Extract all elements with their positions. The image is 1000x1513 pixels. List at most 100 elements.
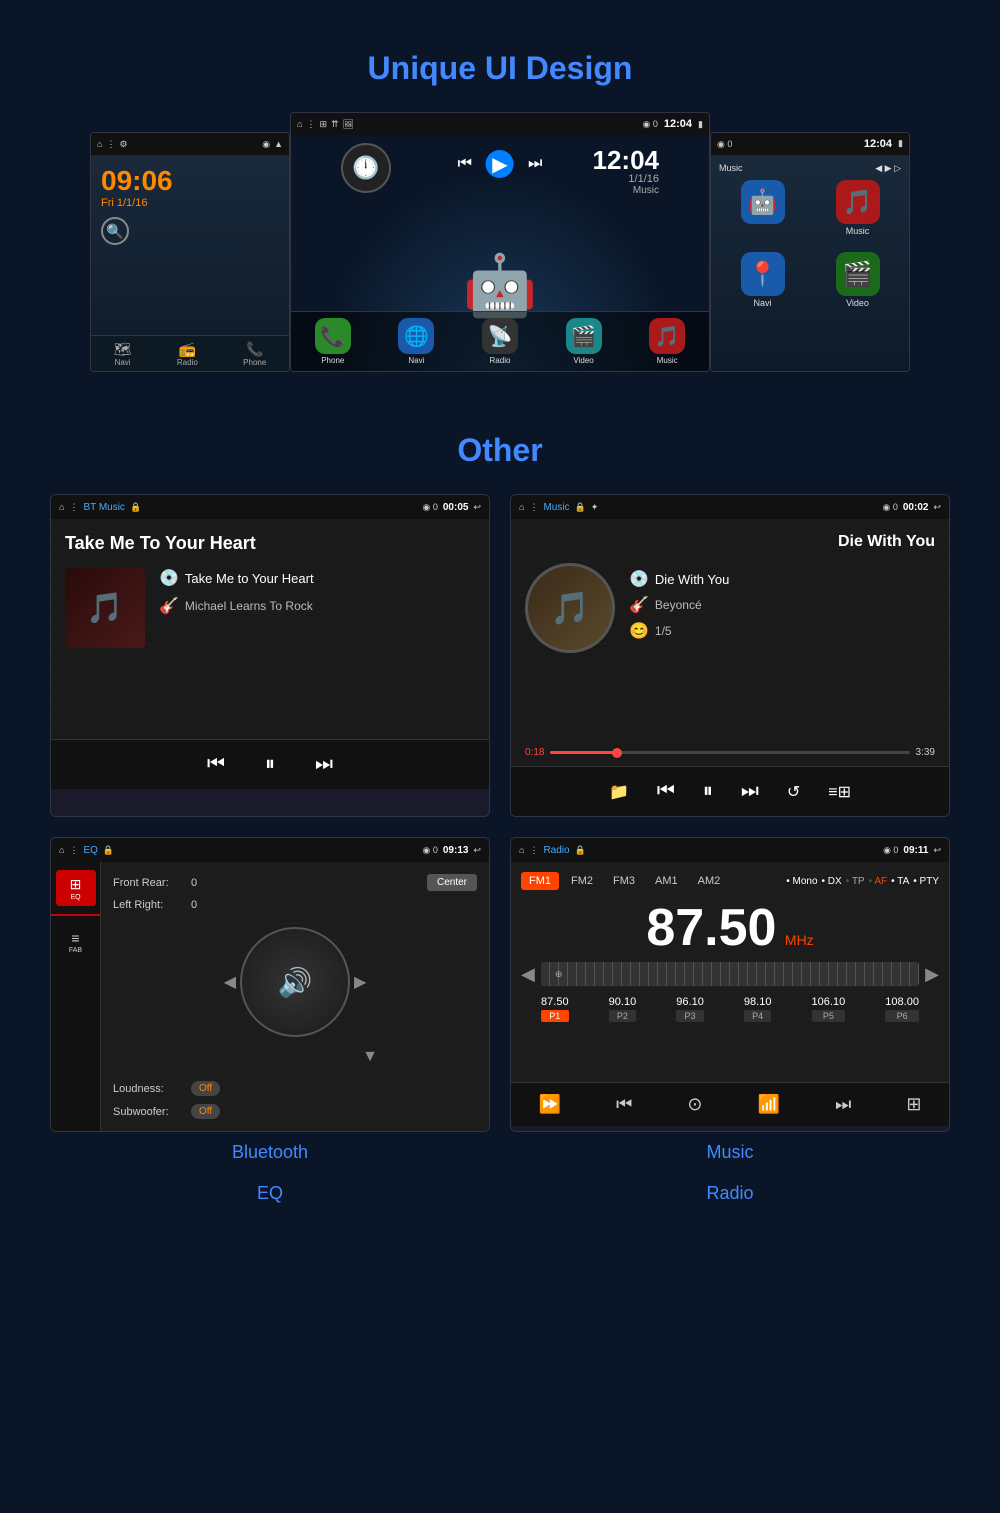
eq-tab-eq[interactable]: ⊞ EQ <box>56 870 96 906</box>
music-statusbar-right: ◉ 0 00:02 ↩ <box>883 502 941 513</box>
bt-body: Take Me To Your Heart 🎵 💿 Take Me to You… <box>51 519 489 739</box>
home-icon-bt: ⌂ <box>59 502 64 512</box>
bt-track-name: Take Me to Your Heart <box>185 571 314 586</box>
bottom-item-phone[interactable]: 📞Phone <box>243 341 266 367</box>
home-icon-c: ⌂ <box>297 119 302 129</box>
center-btn[interactable]: Center <box>427 874 477 891</box>
music-count-row: 😊 1/5 <box>629 621 935 641</box>
radio-list-btn[interactable]: ⊞ <box>906 1094 921 1115</box>
bt-info-row: 🎵 💿 Take Me to Your Heart 🎸 Michael Lear… <box>65 568 475 648</box>
preset-p3[interactable]: 96.10 P3 <box>676 996 704 1022</box>
bt-label: BT Music <box>83 502 125 513</box>
eq-statusbar-right: ◉ 0 09:13 ↩ <box>423 845 481 856</box>
radio-unit: MHz <box>785 932 814 948</box>
band-am2[interactable]: AM2 <box>690 872 729 890</box>
progress-bar[interactable] <box>550 751 909 754</box>
eq-tab-label: EQ <box>70 894 80 901</box>
music-folder-btn[interactable]: 📁 <box>609 782 629 802</box>
play-icon-c[interactable]: ▶ <box>486 150 514 178</box>
bt-next-btn[interactable]: ⏭ <box>315 753 333 776</box>
eq-front-rear-row: Front Rear: 0 Center <box>113 874 477 891</box>
music-next-btn[interactable]: ⏭ <box>741 780 759 803</box>
music-controls-top: ⏮ ▶ ⏭ <box>458 150 543 178</box>
music-song-title: Die With You <box>525 533 935 551</box>
radio-prev-btn[interactable]: ⏮ <box>616 1094 632 1115</box>
preset-p4[interactable]: 98.10 P4 <box>744 996 772 1022</box>
preset-label-4: P4 <box>744 1010 772 1022</box>
radio-btn-c[interactable]: 📡Radio <box>482 318 518 365</box>
right-icons-grid: 🤖 🎵 Music 📍 Navi 🎬 Video <box>719 180 901 308</box>
music-screen: ⌂ ⋮ Music 🔒 ✦ ◉ 0 00:02 ↩ Die With You 🎵… <box>510 494 950 817</box>
clock-circle: 🕛 <box>341 143 391 193</box>
bt-play-btn[interactable]: ⏸ <box>265 753 275 776</box>
music-play-btn[interactable]: ⏸ <box>703 780 713 803</box>
music-repeat-btn[interactable]: ↺ <box>787 782 800 802</box>
search-icon[interactable]: 🔍 <box>101 217 129 245</box>
eq-divider <box>51 914 100 916</box>
eq-tab-fab[interactable]: ≡ FAB <box>56 924 96 960</box>
music-list-btn[interactable]: ≡⊞ <box>828 782 851 802</box>
preset-label-1: P1 <box>541 1010 569 1022</box>
scale-icon: ⊕ <box>555 969 563 980</box>
radio-wifi-btn[interactable]: 📶 <box>758 1094 780 1115</box>
band-fm2[interactable]: FM2 <box>563 872 601 890</box>
scale-right-btn[interactable]: ▶ <box>925 964 939 985</box>
bottom-item-navi[interactable]: 🗺Navi <box>114 341 132 367</box>
progress-bar-row: 0:18 3:39 <box>511 739 949 766</box>
statusbar-right-left: ◉ 0 <box>717 139 732 150</box>
home-icon: ⌂ <box>97 139 102 149</box>
music-controls: 📁 ⏮ ⏸ ⏭ ↺ ≡⊞ <box>511 766 949 816</box>
artist-icon: 🎸 <box>159 596 179 616</box>
prev-icon-c[interactable]: ⏮ <box>458 155 472 173</box>
pin-icon-m: ◉ 0 <box>883 502 898 513</box>
right-navi-btn[interactable]: 🤖 <box>719 180 806 236</box>
center-date-display: 1/1/16 <box>628 173 659 185</box>
loudness-toggle[interactable]: Off <box>191 1081 220 1096</box>
bottom-bar-left: 🗺Navi 📻Radio 📞Phone <box>91 335 289 371</box>
opt-tp[interactable]: TP <box>846 876 865 887</box>
pin-icon-r: ◉ 0 <box>717 139 732 150</box>
menu-icon-ra: ⋮ <box>529 845 538 856</box>
radio-search-btn[interactable]: ⊙ <box>687 1094 702 1115</box>
navi-btn[interactable]: 🌐Navi <box>398 318 434 365</box>
music-prev-btn[interactable]: ⏮ <box>657 780 675 803</box>
radio-scale: ⊕ <box>541 962 919 986</box>
preset-label-6: P6 <box>885 1010 919 1022</box>
radio-ff-btn[interactable]: ⏩ <box>539 1094 561 1115</box>
music-btn[interactable]: 🎵Music <box>649 318 685 365</box>
band-am1[interactable]: AM1 <box>647 872 686 890</box>
bt-prev-btn[interactable]: ⏮ <box>207 753 225 776</box>
opt-af[interactable]: AF <box>869 876 888 887</box>
arrow-down-btn[interactable]: ▼ <box>362 1048 378 1065</box>
subwoofer-toggle[interactable]: Off <box>191 1104 220 1119</box>
preset-p5[interactable]: 106.10 P5 <box>812 996 846 1022</box>
preset-p1[interactable]: 87.50 P1 <box>541 996 569 1022</box>
center-bottom-bar: 📞Phone 🌐Navi 📡Radio 🎬Video 🎵Music <box>291 311 709 371</box>
arrow-right-btn[interactable]: ▶ <box>354 972 366 992</box>
band-fm3[interactable]: FM3 <box>605 872 643 890</box>
freq-display: 87.50 MHz <box>521 898 939 958</box>
eq-label-status: EQ <box>83 845 97 856</box>
bottom-item-radio[interactable]: 📻Radio <box>177 341 198 367</box>
phone-btn[interactable]: 📞Phone <box>315 318 351 365</box>
opt-mono[interactable]: Mono <box>786 876 817 887</box>
preset-p6[interactable]: 108.00 P6 <box>885 996 919 1022</box>
statusbar-right: ◉ 0 12:04 ▮ <box>711 133 909 155</box>
right-navi-btn2[interactable]: 📍 Navi <box>719 252 806 308</box>
scale-left-btn[interactable]: ◀ <box>521 964 535 985</box>
right-video-btn[interactable]: 🎬 Video <box>814 252 901 308</box>
opt-dx[interactable]: DX <box>822 876 842 887</box>
opt-ta[interactable]: TA <box>891 876 909 887</box>
preset-p2[interactable]: 90.10 P2 <box>609 996 637 1022</box>
opt-pty[interactable]: PTY <box>913 876 939 887</box>
navi-bubble: 🌐 <box>398 318 434 354</box>
video-btn[interactable]: 🎬Video <box>566 318 602 365</box>
arrow-left-btn[interactable]: ◀ <box>224 972 236 992</box>
radio-statusbar: ⌂ ⋮ Radio 🔒 ◉ 0 09:11 ↩ <box>511 838 949 862</box>
eq-body: ⊞ EQ ≡ FAB Front Rear: 0 Center Left Rig… <box>51 862 489 1131</box>
next-icon-c[interactable]: ⏭ <box>528 155 542 173</box>
right-music-btn[interactable]: 🎵 Music <box>814 180 901 236</box>
band-fm1[interactable]: FM1 <box>521 872 559 890</box>
radio-next-btn[interactable]: ⏭ <box>835 1094 851 1115</box>
radio-statusbar-left: ⌂ ⋮ Radio 🔒 <box>519 845 586 856</box>
